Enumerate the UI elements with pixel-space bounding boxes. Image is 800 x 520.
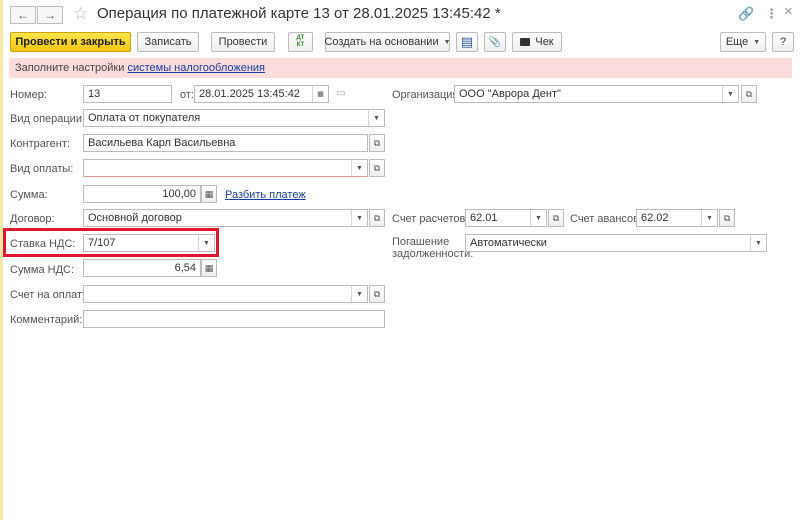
debt-repayment-field[interactable]: Автоматически ▼ [465, 234, 767, 252]
attach-button[interactable]: 📎 [484, 32, 506, 52]
create-based-on-label: Создать на основании [324, 36, 439, 48]
notice-text: Заполните настройки [15, 62, 128, 74]
debt-repayment-label: Погашение задолженности: [392, 236, 473, 260]
help-button[interactable]: ? [772, 32, 794, 52]
more-options-icon[interactable]: ⋮ [765, 6, 778, 22]
open-organization-button[interactable]: ⧉ [741, 85, 757, 103]
calculator-icon[interactable]: ▦ [201, 185, 217, 203]
debt-repayment-value: Автоматически [470, 237, 547, 249]
arrow-left-icon: ← [17, 8, 29, 22]
contract-value: Основной договор [88, 212, 182, 224]
counterparty-label: Контрагент: [10, 138, 70, 150]
number-field[interactable]: 13 [83, 85, 172, 103]
page-title: Операция по платежной карте 13 от 28.01.… [97, 5, 501, 22]
paperclip-icon: 📎 [488, 36, 502, 48]
date-field[interactable]: 28.01.2025 13:45:42 ▦ [194, 85, 329, 103]
chevron-down-icon: ▼ [443, 38, 451, 46]
date-label: от: [180, 89, 194, 101]
tax-settings-notice: Заполните настройки системы налогообложе… [9, 58, 792, 78]
print-icon: ▤ [460, 34, 474, 49]
chevron-down-icon[interactable]: ▼ [530, 210, 546, 226]
invoice-field[interactable]: ▼ [83, 285, 368, 303]
dt-kt-icon-top: ДТ [296, 35, 305, 41]
advance-account-label: Счет авансов: [570, 213, 643, 225]
receipt-label: Чек [535, 36, 554, 48]
open-advance-account-button[interactable]: ⧉ [719, 209, 735, 227]
link-icon[interactable]: 🔗 [738, 6, 754, 22]
close-icon[interactable]: × [784, 3, 793, 20]
counterparty-field[interactable]: Васильева Карл Васильевна [83, 134, 368, 152]
calculator-icon[interactable]: ▦ [201, 259, 217, 277]
title-bar: ← → ☆ Операция по платежной карте 13 от … [3, 0, 800, 28]
open-invoice-button[interactable]: ⧉ [369, 285, 385, 303]
open-contract-button[interactable]: ⧉ [369, 209, 385, 227]
operation-type-label: Вид операции: [10, 113, 86, 125]
more-label: Еще [725, 36, 749, 48]
toolbar: Провести и закрыть Записать Провести ДТ … [3, 30, 800, 54]
vat-amount-label: Сумма НДС: [10, 264, 75, 276]
create-based-on-button[interactable]: Создать на основании ▼ [324, 32, 451, 52]
arrow-right-icon: → [44, 8, 56, 22]
organization-field[interactable]: ООО "Аврора Дент" ▼ [454, 85, 739, 103]
amount-label: Сумма: [10, 189, 48, 201]
cash-register-icon [520, 38, 531, 46]
chevron-down-icon[interactable]: ▼ [351, 286, 367, 302]
payment-type-label: Вид оплаты: [10, 163, 74, 175]
settlement-account-value: 62.01 [470, 212, 498, 224]
chevron-down-icon: ▼ [753, 38, 761, 46]
vat-amount-field[interactable]: 6,54 [83, 259, 201, 277]
back-button[interactable]: ← [10, 6, 36, 24]
tax-system-settings-link[interactable]: системы налогообложения [127, 62, 265, 74]
left-accent-strip [0, 0, 3, 520]
contract-field[interactable]: Основной договор ▼ [83, 209, 368, 227]
forward-button[interactable]: → [37, 6, 63, 24]
chevron-down-icon[interactable]: ▼ [198, 235, 214, 251]
contract-label: Договор: [10, 213, 55, 225]
chevron-down-icon[interactable]: ▼ [351, 160, 367, 176]
debt-repayment-label-line2: задолженности: [392, 248, 474, 260]
debt-repayment-label-line1: Погашение [392, 236, 450, 248]
payment-type-field[interactable]: ▼ [83, 159, 368, 177]
settlement-account-label: Счет расчетов: [392, 213, 469, 225]
advance-account-field[interactable]: 62.02 ▼ [636, 209, 718, 227]
chevron-down-icon[interactable]: ▼ [722, 86, 738, 102]
receipt-button[interactable]: Чек [512, 32, 562, 52]
save-button[interactable]: Записать [137, 32, 199, 52]
invoice-label: Счет на оплату: [10, 289, 91, 301]
comment-label: Комментарий: [10, 314, 83, 326]
post-and-close-button[interactable]: Провести и закрыть [10, 32, 131, 52]
number-label: Номер: [10, 89, 47, 101]
open-counterparty-button[interactable]: ⧉ [369, 134, 385, 152]
more-button[interactable]: Еще ▼ [720, 32, 766, 52]
open-settlement-account-button[interactable]: ⧉ [548, 209, 564, 227]
history-icon[interactable]: ▭ [336, 88, 345, 99]
chevron-down-icon[interactable]: ▼ [351, 210, 367, 226]
print-button[interactable]: ▤ [456, 32, 478, 52]
organization-value: ООО "Аврора Дент" [459, 88, 561, 100]
operation-type-value: Оплата от покупателя [88, 112, 201, 124]
chevron-down-icon[interactable]: ▼ [701, 210, 717, 226]
settlement-account-field[interactable]: 62.01 ▼ [465, 209, 547, 227]
amount-field[interactable]: 100,00 [83, 185, 201, 203]
favorite-star-icon[interactable]: ☆ [73, 4, 88, 24]
calendar-icon[interactable]: ▦ [312, 86, 328, 102]
advance-account-value: 62.02 [641, 212, 669, 224]
chevron-down-icon[interactable]: ▼ [368, 110, 384, 126]
vat-rate-label: Ставка НДС: [10, 238, 76, 250]
date-value: 28.01.2025 13:45:42 [199, 88, 300, 100]
dt-kt-icon-bottom: КТ [296, 42, 305, 48]
vat-rate-field[interactable]: 7/107 ▼ [83, 234, 215, 252]
open-payment-type-button[interactable]: ⧉ [369, 159, 385, 177]
operation-type-field[interactable]: Оплата от покупателя ▼ [83, 109, 385, 127]
post-button[interactable]: Провести [211, 32, 275, 52]
organization-label: Организация: [392, 89, 462, 101]
chevron-down-icon[interactable]: ▼ [750, 235, 766, 251]
comment-field[interactable] [83, 310, 385, 328]
split-payment-link[interactable]: Разбить платеж [225, 189, 306, 201]
dt-kt-button[interactable]: ДТ КТ [288, 32, 313, 52]
vat-rate-value: 7/107 [88, 237, 116, 249]
